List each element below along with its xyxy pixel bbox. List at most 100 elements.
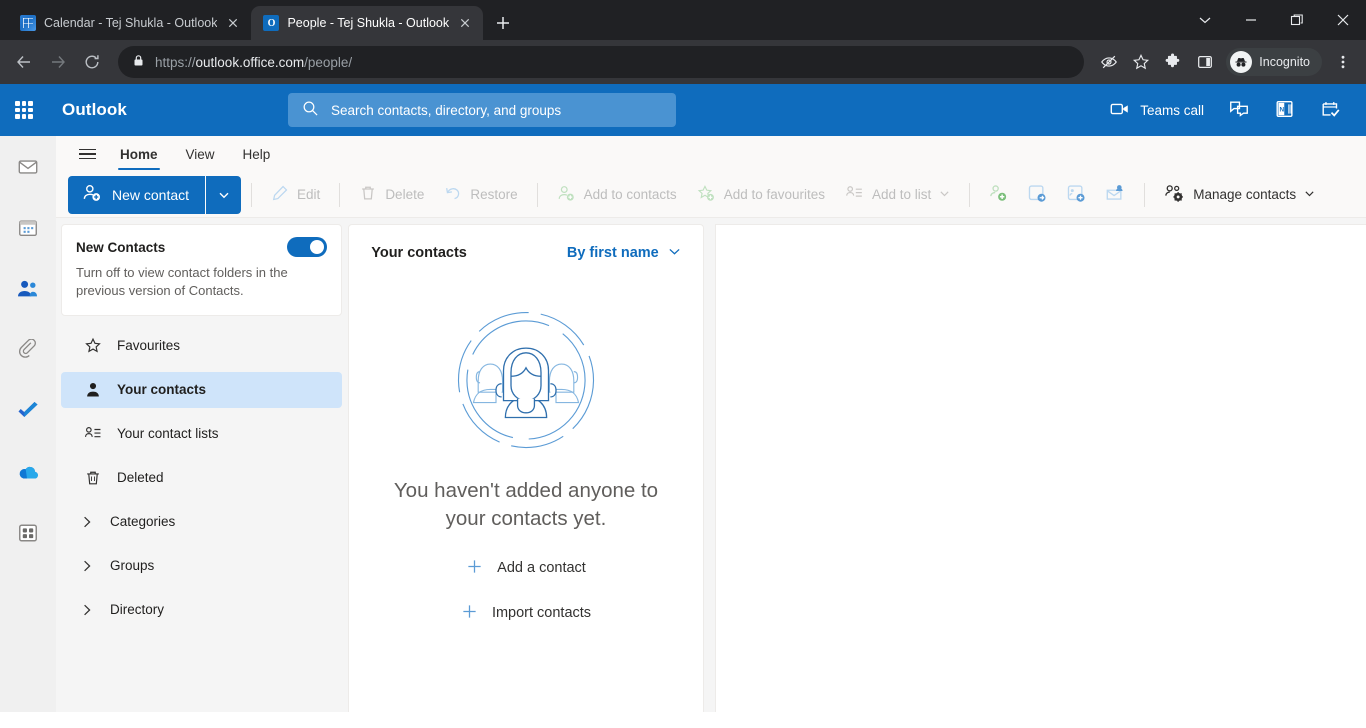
close-icon[interactable] bbox=[457, 15, 473, 31]
restore-button[interactable]: Restore bbox=[435, 178, 526, 212]
rail-item-people[interactable] bbox=[11, 272, 45, 306]
empty-state: You haven't added anyone to your contact… bbox=[349, 281, 703, 712]
my-day-button[interactable] bbox=[1310, 91, 1352, 129]
ribbon-tab-bar: Home View Help bbox=[56, 136, 1366, 172]
ribbon-commands: New contact Edit Delete Restore Add to c… bbox=[56, 172, 1366, 218]
trash-icon bbox=[359, 184, 377, 205]
lock-icon bbox=[132, 54, 145, 70]
add-a-contact-link[interactable]: Add a contact bbox=[466, 558, 586, 579]
onenote-icon: N bbox=[1274, 98, 1296, 123]
restore-icon[interactable] bbox=[1274, 0, 1320, 40]
extensions-puzzle-icon[interactable] bbox=[1158, 47, 1188, 77]
divider bbox=[1144, 182, 1146, 207]
rail-item-to-do[interactable] bbox=[11, 394, 45, 428]
onenote-feed-button[interactable]: N bbox=[1264, 91, 1306, 129]
new-contacts-toggle[interactable] bbox=[287, 237, 327, 257]
minimize-icon[interactable] bbox=[1228, 0, 1274, 40]
sidebar-item-favourites[interactable]: Favourites bbox=[61, 328, 342, 364]
browser-chrome: Calendar - Tej Shukla - Outlook O People… bbox=[0, 0, 1366, 84]
delete-button[interactable]: Delete bbox=[350, 178, 433, 212]
restore-label: Restore bbox=[470, 187, 518, 202]
new-contact-button[interactable]: New contact bbox=[68, 175, 242, 214]
three-dot-menu-icon[interactable] bbox=[1328, 47, 1358, 77]
new-contact-label: New contact bbox=[112, 186, 190, 203]
new-contact-caret[interactable] bbox=[206, 175, 242, 214]
new-contact-main[interactable]: New contact bbox=[68, 175, 206, 214]
video-camera-icon bbox=[1109, 98, 1131, 123]
sort-dropdown[interactable]: By first name bbox=[567, 245, 681, 262]
person-add-green-icon bbox=[557, 184, 576, 206]
chevron-down-icon bbox=[668, 245, 681, 262]
import-contacts-label: Import contacts bbox=[491, 605, 592, 622]
close-icon[interactable] bbox=[225, 15, 241, 31]
waffle-grid-icon[interactable] bbox=[0, 101, 48, 119]
add-to-list-button[interactable]: Add to list bbox=[836, 178, 959, 212]
sidebar-item-groups[interactable]: Groups bbox=[61, 548, 342, 584]
add-to-contacts-button[interactable]: Add to contacts bbox=[548, 178, 686, 212]
divider bbox=[251, 182, 253, 207]
person-add-green-icon bbox=[988, 183, 1009, 207]
sidebar-item-label: Groups bbox=[110, 558, 155, 574]
manage-contacts-label: Manage contacts bbox=[1193, 187, 1297, 202]
reload-icon[interactable] bbox=[76, 46, 108, 78]
outlook-favicon: O bbox=[263, 15, 280, 31]
back-arrow-icon[interactable] bbox=[8, 46, 40, 78]
divider bbox=[969, 182, 971, 207]
sidebar-item-label: Your contact lists bbox=[117, 426, 219, 442]
divider bbox=[536, 182, 538, 207]
browser-tab-calendar[interactable]: Calendar - Tej Shukla - Outlook bbox=[8, 6, 251, 40]
brand-label[interactable]: Outlook bbox=[62, 100, 127, 120]
chevron-down-icon[interactable] bbox=[1182, 0, 1228, 40]
person-icon bbox=[83, 381, 103, 399]
chevron-right-icon bbox=[77, 559, 97, 573]
address-bar[interactable]: https://outlook.office.com/people/ bbox=[118, 46, 1085, 78]
edit-button[interactable]: Edit bbox=[262, 178, 329, 212]
close-icon[interactable] bbox=[1320, 0, 1366, 40]
add-a-contact-label: Add a contact bbox=[497, 560, 586, 577]
sidebar-item-label: Favourites bbox=[117, 338, 181, 354]
add-to-contacts-label: Add to contacts bbox=[583, 187, 677, 202]
pencil-icon bbox=[271, 184, 289, 205]
folder-list: Favourites Your contacts Your contact li… bbox=[61, 328, 342, 636]
sidebar-item-deleted[interactable]: Deleted bbox=[61, 460, 342, 496]
add-to-favourites-button[interactable]: Add to favourites bbox=[688, 178, 834, 212]
header-actions: Teams call N bbox=[1099, 91, 1366, 129]
tracking-protection-icon[interactable] bbox=[1094, 47, 1124, 77]
sidebar-item-your-contacts[interactable]: Your contacts bbox=[61, 371, 342, 408]
rail-item-onedrive[interactable] bbox=[11, 455, 45, 489]
plus-icon bbox=[461, 603, 478, 624]
chevron-down-icon bbox=[1304, 187, 1315, 202]
profile-chip-incognito[interactable]: Incognito bbox=[1226, 48, 1322, 76]
sidebar-item-directory[interactable]: Directory bbox=[61, 592, 342, 628]
import-contacts-link[interactable]: Import contacts bbox=[461, 603, 591, 624]
window-controls bbox=[1182, 0, 1366, 40]
browser-tab-people[interactable]: O People - Tej Shukla - Outlook bbox=[251, 6, 484, 40]
forward-arrow-icon[interactable] bbox=[42, 46, 74, 78]
person-add-icon bbox=[82, 183, 102, 206]
sidebar-item-label: Your contacts bbox=[117, 382, 207, 398]
rail-item-files[interactable] bbox=[11, 333, 45, 367]
tab-home[interactable]: Home bbox=[108, 136, 170, 172]
teams-call-button[interactable]: Teams call bbox=[1099, 91, 1214, 129]
add-contact-icon-button[interactable] bbox=[980, 178, 1017, 212]
tab-view[interactable]: View bbox=[174, 136, 227, 172]
contact-card-add-icon bbox=[1066, 183, 1087, 207]
tab-help[interactable]: Help bbox=[231, 136, 283, 172]
search-input[interactable]: Search contacts, directory, and groups bbox=[288, 93, 676, 127]
bookmark-star-icon[interactable] bbox=[1126, 47, 1156, 77]
sidebar-item-categories[interactable]: Categories bbox=[61, 504, 342, 540]
hamburger-icon[interactable] bbox=[70, 137, 104, 171]
new-tab-button[interactable] bbox=[489, 9, 517, 37]
share-contact-icon-button[interactable] bbox=[1019, 178, 1056, 212]
rail-item-calendar[interactable] bbox=[11, 211, 45, 245]
new-contacts-description: Turn off to view contact folders in the … bbox=[76, 265, 288, 299]
sidebar-item-your-contact-lists[interactable]: Your contact lists bbox=[61, 416, 342, 452]
new-contact-card-icon-button[interactable] bbox=[1058, 178, 1095, 212]
manage-contacts-button[interactable]: Manage contacts bbox=[1155, 178, 1324, 212]
email-contact-icon-button[interactable] bbox=[1097, 178, 1134, 212]
side-panel-icon[interactable] bbox=[1190, 47, 1220, 77]
rail-item-mail[interactable] bbox=[11, 150, 45, 184]
list-add-icon bbox=[845, 184, 864, 206]
chat-button[interactable] bbox=[1218, 91, 1260, 129]
rail-item-more-apps[interactable] bbox=[11, 516, 45, 550]
